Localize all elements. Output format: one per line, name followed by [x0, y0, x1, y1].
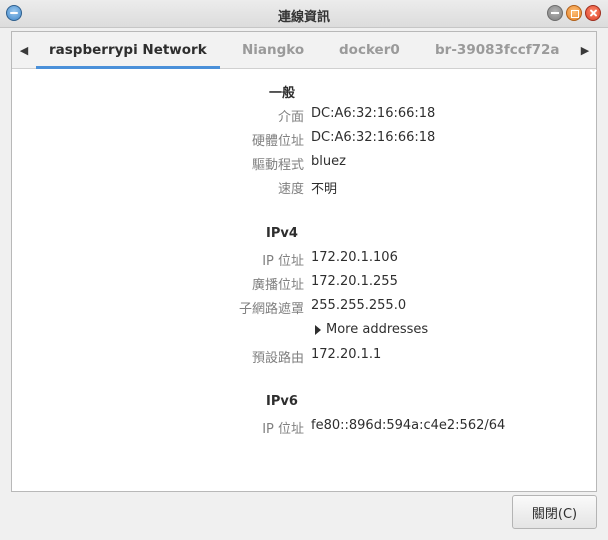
- ipv4-section-title: IPv4: [266, 226, 298, 241]
- default-route-value: 172.20.1.1: [311, 347, 382, 362]
- subnet-mask-label: 子網路遮罩: [238, 302, 304, 317]
- tab-docker0[interactable]: docker0: [339, 32, 400, 69]
- speed-label: 速度: [277, 182, 304, 197]
- interface-label: 介面: [277, 110, 304, 125]
- driver-value: bluez: [311, 154, 346, 169]
- tab-niangko[interactable]: Niangko: [242, 32, 304, 69]
- more-addresses-label: More addresses: [326, 322, 429, 337]
- ipv6-section-title: IPv6: [266, 394, 298, 409]
- ipv4-address-value: 172.20.1.106: [311, 250, 398, 265]
- tab-scroll-left-icon[interactable]: ◀: [14, 32, 34, 69]
- maximize-icon[interactable]: [566, 5, 582, 21]
- more-addresses-expander[interactable]: More addresses: [315, 322, 428, 337]
- tab-br-39083fccf72a[interactable]: br-39083fccf72a: [435, 32, 560, 69]
- close-button[interactable]: 關閉(C): [512, 495, 597, 529]
- title-bar: 連線資訊: [0, 0, 608, 28]
- expander-arrow-icon: [315, 324, 321, 335]
- tab-scroll-right-icon[interactable]: ▶: [575, 32, 595, 69]
- minimize-icon[interactable]: [547, 5, 563, 21]
- close-window-icon[interactable]: [585, 5, 601, 21]
- broadcast-address-label: 廣播位址: [251, 278, 304, 293]
- interface-value: DC:A6:32:16:66:18: [311, 106, 436, 121]
- tab-raspberrypi-network[interactable]: raspberrypi Network: [36, 32, 220, 69]
- ipv6-address-label: IP 位址: [262, 422, 304, 437]
- driver-label: 驅動程式: [251, 158, 304, 173]
- default-route-label: 預設路由: [251, 351, 304, 366]
- ipv6-address-value: fe80::896d:594a:c4e2:562/64: [311, 418, 506, 433]
- general-section-title: 一般: [268, 86, 295, 101]
- speed-value: 不明: [311, 182, 338, 197]
- hardware-address-value: DC:A6:32:16:66:18: [311, 130, 436, 145]
- window-title: 連線資訊: [277, 10, 330, 25]
- info-panel: ◀ raspberrypi Network Niangko docker0 br…: [11, 31, 597, 492]
- subnet-mask-value: 255.255.255.0: [311, 298, 407, 313]
- hardware-address-label: 硬體位址: [251, 134, 304, 149]
- tab-bar: ◀ raspberrypi Network Niangko docker0 br…: [12, 32, 596, 69]
- broadcast-address-value: 172.20.1.255: [311, 274, 398, 289]
- ipv4-address-label: IP 位址: [262, 254, 304, 269]
